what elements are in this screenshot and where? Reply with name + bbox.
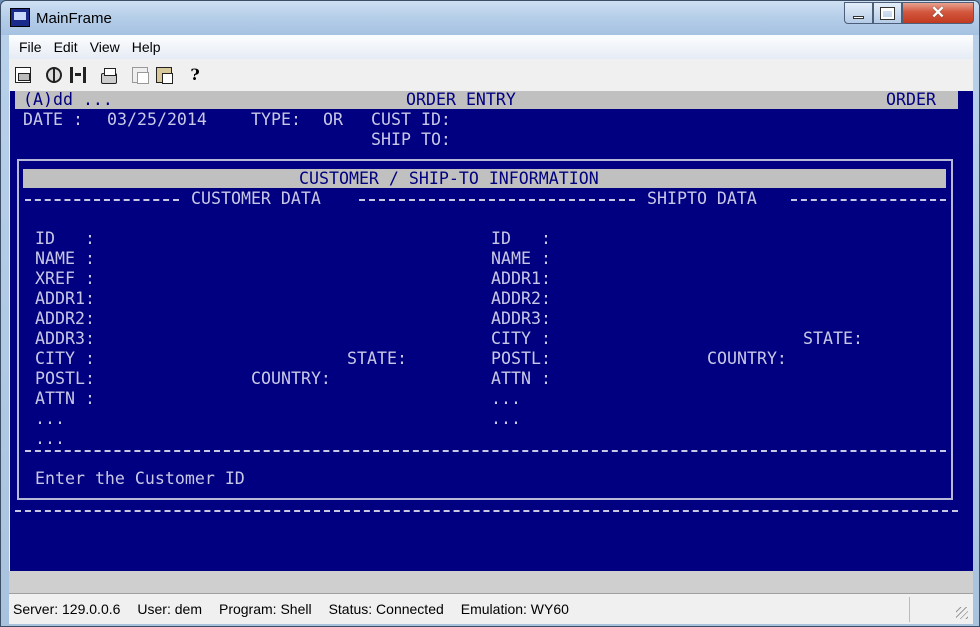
app-window: MainFrame ✕ File Edit View Help ? (A)dd [0,0,980,627]
menu-file[interactable]: File [13,39,48,55]
prompt-message: Enter the Customer ID [35,469,245,488]
shipto-country-label: COUNTRY: [707,349,787,368]
cust-id-label: CUST ID: [371,110,451,129]
field-label: ATTN : [491,369,551,388]
disconnect-button[interactable] [43,64,65,86]
ship-to-label: SHIP TO: [371,130,451,149]
field-label: ... [491,409,521,428]
field-label: ADDR2: [491,289,551,308]
connect-button[interactable] [67,64,89,86]
status-emulation: Emulation: WY60 [460,601,569,617]
bottom-rule [15,510,958,512]
prompt-rule [25,450,946,452]
menu-help[interactable]: Help [126,39,167,55]
section-rule [791,199,946,201]
paste-icon [156,67,173,84]
shipto-data-heading: SHIPTO DATA [647,189,757,208]
field-label: ADDR1: [491,269,551,288]
customer-data-heading: CUSTOMER DATA [191,189,321,208]
minimize-icon [853,15,864,19]
mode-indicator: (A)dd ... [23,90,113,109]
status-bar: Server: 129.0.0.6 User: dem Program: She… [9,593,973,624]
field-label: CITY : [35,349,95,368]
customer-country-label: COUNTRY: [251,369,331,388]
status-server: Server: 129.0.0.6 [13,601,121,617]
resize-grip-icon[interactable] [909,597,971,622]
field-label: NAME : [491,249,551,268]
screen-title: ORDER ENTRY [406,90,516,109]
field-label: NAME : [35,249,95,268]
field-label: POSTL: [35,369,95,388]
field-label: ADDR3: [35,329,95,348]
window-title: MainFrame [36,10,112,27]
status-program: Program: Shell [218,601,312,617]
properties-button[interactable] [12,64,34,86]
panel-title: CUSTOMER / SHIP-TO INFORMATION [299,169,599,188]
customer-state-label: STATE: [347,349,407,368]
paste-button[interactable] [153,64,175,86]
screen-type: ORDER [886,90,936,109]
field-label: ATTN : [35,389,95,408]
field-label: ADDR3: [491,309,551,328]
connect-icon [70,67,86,83]
shipto-state-label: STATE: [803,329,863,348]
field-label: POSTL: [491,349,551,368]
section-rule [25,199,179,201]
field-label: ID : [35,229,95,248]
type-value: OR [323,110,343,129]
date-value: 03/25/2014 [107,110,207,129]
client-area: File Edit View Help ? (A)dd ... ORDER EN… [9,35,973,624]
field-label: ID : [491,229,551,248]
field-label: ... [491,389,521,408]
menu-view[interactable]: View [84,39,126,55]
maximize-button[interactable] [873,2,902,24]
help-button[interactable]: ? [184,64,206,86]
status-gap [9,571,973,593]
title-bar[interactable]: MainFrame ✕ [1,1,979,35]
terminal-screen[interactable]: (A)dd ... ORDER ENTRY ORDER DATE : 03/25… [10,90,973,571]
status-connection: Status: Connected [328,601,444,617]
toolbar: ? [9,61,973,89]
menu-edit[interactable]: Edit [48,39,84,55]
copy-icon [132,67,149,84]
field-label: ADDR2: [35,309,95,328]
field-label: ADDR1: [35,289,95,308]
minimize-button[interactable] [844,2,873,24]
date-label: DATE : [23,110,83,129]
print-icon [101,67,117,84]
print-button[interactable] [98,64,120,86]
help-icon: ? [190,65,200,84]
properties-icon [15,67,31,83]
maximize-icon [880,6,895,20]
close-icon: ✕ [930,3,946,22]
copy-button[interactable] [129,64,151,86]
section-rule [359,199,635,201]
field-label: XREF : [35,269,95,288]
terminal-app-icon[interactable] [10,8,30,27]
field-label: CITY : [491,329,551,348]
menu-bar: File Edit View Help [9,35,973,59]
field-label: ... [35,409,65,428]
close-button[interactable]: ✕ [902,2,974,24]
status-user: User: dem [137,601,202,617]
field-label: ... [35,429,65,448]
type-label: TYPE: [251,110,301,129]
disconnect-icon [46,67,62,83]
